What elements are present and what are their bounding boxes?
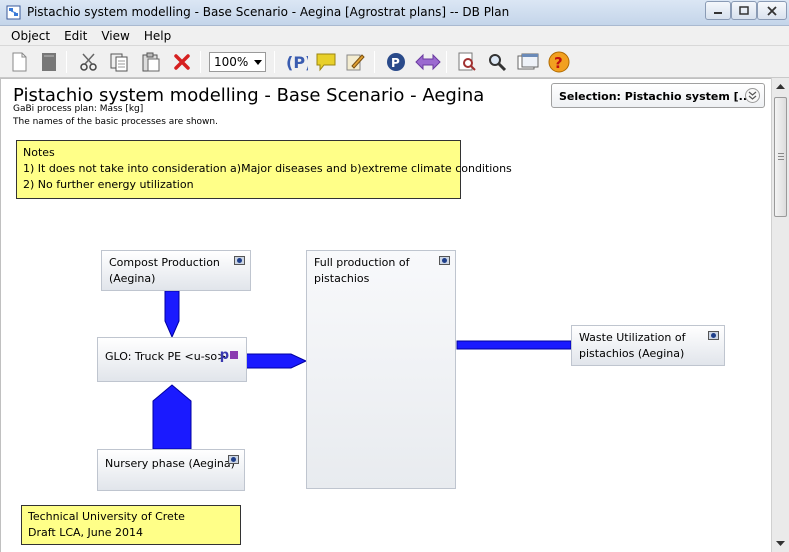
chevron-up-icon: [776, 83, 785, 89]
maximize-button[interactable]: [731, 1, 757, 20]
scroll-down-button[interactable]: [772, 535, 789, 552]
app-icon: [6, 5, 21, 20]
process-label: Nursery phase (Aegina): [105, 457, 235, 470]
parameter-badge-label: p: [219, 348, 229, 363]
scroll-up-button[interactable]: [772, 78, 789, 95]
process-nursery-phase[interactable]: Nursery phase (Aegina): [97, 449, 245, 491]
credits-note[interactable]: Technical University of Crete Draft LCA,…: [21, 505, 241, 545]
search-icon: [489, 54, 507, 72]
flow-arrow-nursery-to-truck[interactable]: [152, 384, 192, 450]
parameter-badge-icon: p: [220, 348, 238, 364]
menu-help[interactable]: Help: [137, 29, 178, 43]
process-icon: [228, 455, 239, 464]
flow-arrow-button[interactable]: [415, 51, 441, 73]
edit-icon: [346, 54, 365, 71]
cut-icon: [80, 53, 97, 71]
help-button[interactable]: ?: [548, 51, 570, 73]
parameter-icon: P: [387, 53, 405, 71]
close-button[interactable]: [757, 1, 787, 20]
window-icon: [517, 53, 539, 70]
credits-line: Technical University of Crete: [28, 510, 185, 523]
process-p-icon: (P): [286, 53, 308, 72]
help-icon: ?: [548, 51, 570, 73]
paste-button[interactable]: [140, 51, 162, 73]
process-icon: [708, 331, 719, 340]
svg-text:(P): (P): [286, 53, 308, 72]
window-title: Pistachio system modelling - Base Scenar…: [27, 5, 510, 19]
credits-line: Draft LCA, June 2014: [28, 526, 143, 539]
new-document-button[interactable]: [8, 51, 30, 73]
process-icon: [234, 256, 245, 265]
chevron-down-icon: [254, 60, 262, 65]
title-bar: Pistachio system modelling - Base Scenar…: [0, 0, 789, 26]
process-button[interactable]: (P): [284, 51, 308, 73]
parameter-button[interactable]: P: [385, 51, 407, 73]
minimize-icon: [714, 11, 722, 14]
toolbar: 100% (P) P ?: [0, 46, 789, 78]
process-label: pistachios (Aegina): [579, 347, 685, 360]
svg-text:P: P: [391, 56, 400, 70]
cut-button[interactable]: [78, 51, 100, 73]
copy-button[interactable]: [108, 51, 130, 73]
flow-arrow-compost-to-truck[interactable]: [164, 290, 180, 339]
scrollbar-thumb[interactable]: [774, 97, 787, 217]
copy-icon: [110, 53, 128, 72]
close-icon: [767, 5, 777, 16]
plan-canvas[interactable]: Pistachio system modelling - Base Scenar…: [0, 78, 771, 552]
minimize-button[interactable]: [705, 1, 731, 20]
menu-view[interactable]: View: [94, 29, 136, 43]
menu-object[interactable]: Object: [4, 29, 57, 43]
zoom-value: 100%: [214, 55, 249, 69]
zoom-select[interactable]: 100%: [209, 52, 266, 72]
delete-button[interactable]: [171, 51, 193, 73]
process-waste-utilization[interactable]: Waste Utilization of pistachios (Aegina): [571, 325, 725, 366]
preview-icon: [458, 52, 476, 71]
process-icon: [439, 256, 450, 265]
flow-arrow-icon: [415, 53, 441, 71]
delete-icon: [174, 54, 190, 70]
process-label: Compost Production: [109, 256, 220, 269]
new-plan-button[interactable]: [38, 51, 60, 73]
comment-icon: [316, 53, 336, 72]
paste-icon: [142, 52, 160, 72]
svg-text:?: ?: [554, 54, 563, 72]
vertical-scrollbar[interactable]: [771, 78, 789, 552]
new-document-icon: [12, 52, 27, 72]
flow-arrow-full-to-waste[interactable]: [456, 340, 572, 350]
search-button[interactable]: [486, 51, 508, 73]
process-label: Waste Utilization of: [579, 331, 686, 344]
process-truck[interactable]: GLO: Truck PE <u-so> p: [97, 337, 247, 382]
new-plan-icon: [42, 53, 56, 71]
comment-button[interactable]: [315, 51, 337, 73]
maximize-icon: [739, 6, 749, 15]
flow-arrow-truck-to-full[interactable]: [245, 353, 308, 369]
process-compost-production[interactable]: Compost Production (Aegina): [101, 250, 251, 291]
process-full-production[interactable]: Full production of pistachios: [306, 250, 456, 489]
menu-bar: Object Edit View Help: [0, 26, 789, 46]
menu-edit[interactable]: Edit: [57, 29, 94, 43]
window-button[interactable]: [517, 51, 539, 73]
process-label: Full production of: [314, 256, 410, 269]
process-label: pistachios: [314, 272, 370, 285]
chevron-down-icon: [776, 540, 785, 546]
preview-button[interactable]: [456, 51, 478, 73]
edit-button[interactable]: [344, 51, 366, 73]
process-label: (Aegina): [109, 272, 156, 285]
